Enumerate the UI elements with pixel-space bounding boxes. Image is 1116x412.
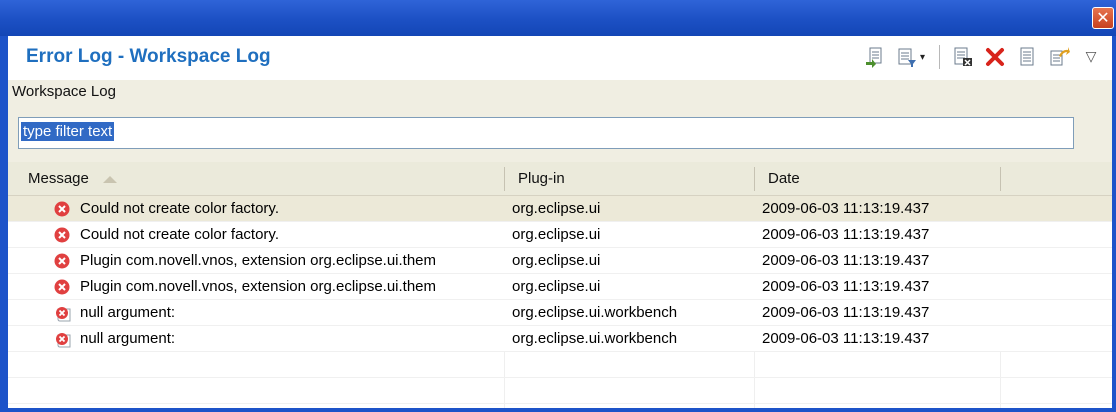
- row-date: 2009-06-03 11:13:19.437: [762, 226, 930, 243]
- delete-log-icon[interactable]: [982, 44, 1008, 70]
- row-plugin: org.eclipse.ui: [512, 278, 601, 295]
- row-date: 2009-06-03 11:13:19.437: [762, 278, 930, 295]
- open-log-icon[interactable]: [1014, 44, 1040, 70]
- row-plugin: org.eclipse.ui.workbench: [512, 304, 678, 321]
- row-message: null argument:: [80, 304, 176, 321]
- row-message: null argument:: [80, 330, 176, 347]
- filter-input[interactable]: type filter text: [18, 117, 1074, 149]
- row-plugin: org.eclipse.ui: [512, 252, 601, 269]
- window-border-left: [0, 36, 8, 412]
- column-header-date-label: Date: [768, 170, 800, 187]
- table-row[interactable]: null argument: org.eclipse.ui.workbench …: [8, 300, 1112, 326]
- table-body: Could not create color factory. org.ecli…: [8, 196, 1112, 404]
- filter-dropdown-icon[interactable]: ▾: [920, 52, 925, 63]
- column-separator[interactable]: [504, 167, 505, 191]
- table-row[interactable]: Plugin com.novell.vnos, extension org.ec…: [8, 248, 1112, 274]
- row-date: 2009-06-03 11:13:19.437: [762, 330, 930, 347]
- table-row[interactable]: Could not create color factory. org.ecli…: [8, 222, 1112, 248]
- empty-row: [8, 352, 1112, 378]
- window-border-bottom: [0, 408, 1116, 412]
- column-header-plugin[interactable]: Plug-in: [506, 162, 754, 196]
- table-row[interactable]: null argument: org.eclipse.ui.workbench …: [8, 326, 1112, 352]
- view-menu-icon[interactable]: ▽: [1078, 44, 1104, 70]
- export-log-icon[interactable]: [862, 44, 888, 70]
- column-header-date[interactable]: Date: [756, 162, 1000, 196]
- restore-log-icon[interactable]: [1046, 44, 1072, 70]
- window-titlebar: ✕: [0, 0, 1116, 36]
- column-header-plugin-label: Plug-in: [518, 170, 565, 187]
- view-title: Error Log - Workspace Log: [26, 46, 271, 67]
- row-date: 2009-06-03 11:13:19.437: [762, 200, 930, 217]
- toolbar-separator: [939, 45, 940, 69]
- table-header: Message Plug-in Date: [8, 162, 1112, 196]
- table-row[interactable]: Plugin com.novell.vnos, extension org.ec…: [8, 274, 1112, 300]
- row-message: Could not create color factory.: [80, 226, 279, 243]
- row-message: Plugin com.novell.vnos, extension org.ec…: [80, 278, 437, 295]
- filter-area: type filter text: [8, 104, 1112, 162]
- table-row[interactable]: Could not create color factory. org.ecli…: [8, 196, 1112, 222]
- window-border-right: [1112, 36, 1116, 412]
- sort-ascending-icon: [103, 175, 118, 183]
- empty-row: [8, 378, 1112, 404]
- row-date: 2009-06-03 11:13:19.437: [762, 304, 930, 321]
- log-table: Message Plug-in Date Could not create co…: [8, 162, 1112, 408]
- row-message: Could not create color factory.: [80, 200, 279, 217]
- filter-icon[interactable]: [894, 44, 920, 70]
- column-header-message[interactable]: Message: [16, 162, 504, 196]
- row-plugin: org.eclipse.ui: [512, 226, 601, 243]
- clear-log-icon[interactable]: [950, 44, 976, 70]
- column-header-message-label: Message: [28, 170, 89, 187]
- breadcrumb-label: Workspace Log: [12, 83, 116, 100]
- filter-input-text: type filter text: [21, 122, 115, 141]
- row-plugin: org.eclipse.ui: [512, 200, 601, 217]
- close-window-button[interactable]: ✕: [1092, 7, 1114, 29]
- column-separator[interactable]: [754, 167, 755, 191]
- row-plugin: org.eclipse.ui.workbench: [512, 330, 678, 347]
- column-separator[interactable]: [1000, 167, 1001, 191]
- view-toolbar: ▾ ▽: [862, 42, 1104, 72]
- breadcrumb: Workspace Log: [8, 80, 1112, 104]
- view-header: Error Log - Workspace Log ▾ ▽: [8, 36, 1112, 80]
- row-message: Plugin com.novell.vnos, extension org.ec…: [80, 252, 437, 269]
- row-date: 2009-06-03 11:13:19.437: [762, 252, 930, 269]
- error-log-window: ✕ Error Log - Workspace Log ▾ ▽ Workspac…: [0, 0, 1116, 412]
